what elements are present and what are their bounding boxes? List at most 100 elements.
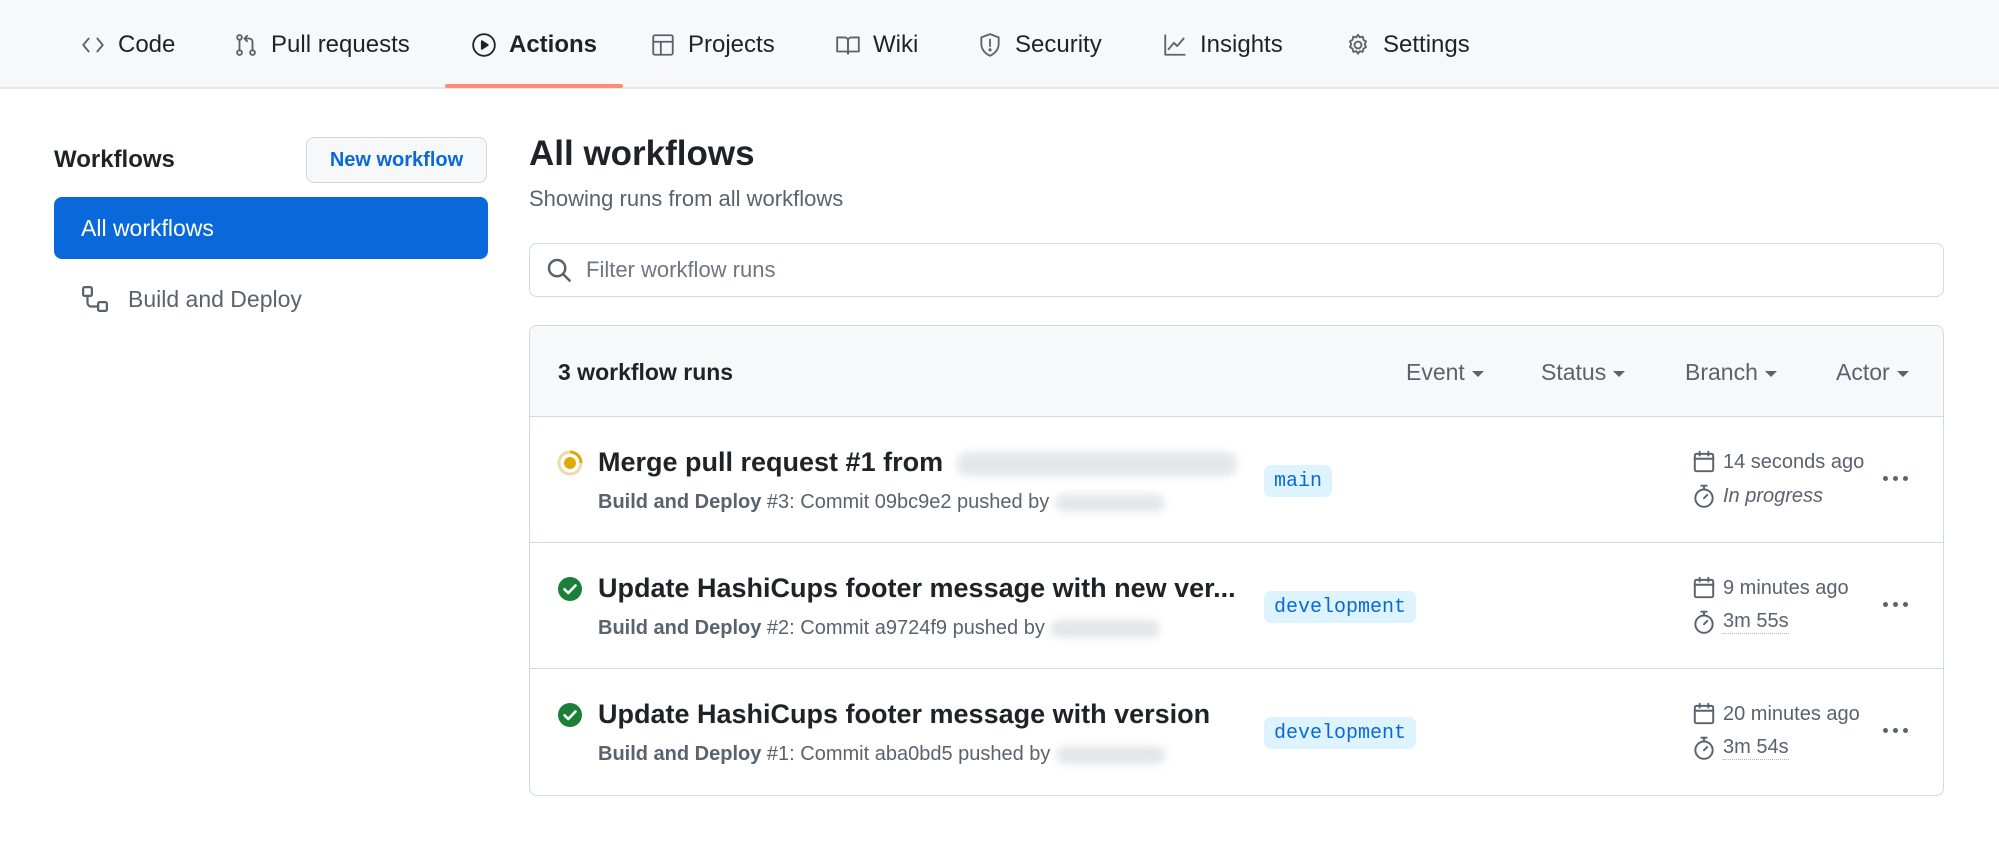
run-title: Update HashiCups footer message with new…	[598, 573, 1236, 603]
tab-label: Pull requests	[271, 30, 410, 58]
branch-label[interactable]: development	[1264, 717, 1417, 749]
branch-label[interactable]: development	[1264, 591, 1417, 623]
in-progress-icon	[557, 450, 583, 476]
tab-label: Insights	[1200, 30, 1283, 58]
run-timestamp: 9 minutes ago	[1691, 575, 1849, 601]
run-options-button[interactable]	[1875, 463, 1915, 493]
tab-pull-requests[interactable]: Pull requests	[233, 0, 410, 89]
search-icon	[544, 255, 574, 285]
run-title: Merge pull request #1 from	[598, 447, 944, 477]
redacted-actor	[1056, 745, 1166, 764]
filter-input[interactable]	[586, 244, 1943, 296]
sidebar-item-label: All workflows	[81, 214, 214, 241]
caret-down-icon	[1613, 371, 1626, 377]
check-circle-icon	[558, 577, 582, 601]
tab-label: Wiki	[873, 30, 919, 58]
kebab-dot	[1892, 475, 1898, 481]
run-number: #2	[766, 617, 790, 639]
run-title: Update HashiCups footer message with ver…	[598, 699, 1211, 729]
redacted-actor	[1050, 619, 1161, 638]
sidebar-item-build-and-deploy[interactable]: Build and Deploy	[54, 268, 488, 330]
new-workflow-button[interactable]: New workflow	[306, 137, 487, 183]
dropdown-label: Branch	[1685, 359, 1758, 385]
run-duration: 3m 55s	[1691, 609, 1789, 635]
run-number: #1	[766, 743, 790, 765]
tab-insights[interactable]: Insights	[1162, 0, 1283, 89]
run-when-text: 9 minutes ago	[1723, 576, 1849, 599]
runs-header: 3 workflow runs Event Status Branch Acto…	[530, 326, 1943, 417]
tab-label: Projects	[688, 30, 775, 58]
page-title: All workflows	[529, 134, 755, 173]
run-meta: Build and Deploy #1: Commit aba0bd5 push…	[598, 743, 1166, 766]
code-icon	[80, 32, 106, 58]
check-circle-icon	[558, 703, 582, 727]
run-meta: Build and Deploy #3: Commit 09bc9e2 push…	[598, 491, 1165, 514]
run-when-text: 20 minutes ago	[1723, 702, 1860, 725]
redacted-branch-name	[956, 451, 1237, 476]
run-duration-text: 3m 54s	[1723, 736, 1789, 760]
dropdown-label: Actor	[1836, 359, 1890, 385]
workflow-icon	[80, 284, 110, 314]
kebab-dot	[1882, 727, 1888, 733]
sidebar-item-all-workflows[interactable]: All workflows	[54, 197, 488, 259]
tab-settings[interactable]: Settings	[1345, 0, 1470, 89]
run-duration: In progress	[1691, 483, 1823, 509]
workflow-name: Build and Deploy	[598, 743, 762, 765]
tab-projects[interactable]: Projects	[650, 0, 775, 89]
calendar-icon	[1691, 449, 1717, 475]
run-timestamp: 14 seconds ago	[1691, 449, 1864, 475]
branch-label[interactable]: main	[1264, 465, 1333, 497]
run-meta: Build and Deploy #2: Commit a9724f9 push…	[598, 617, 1161, 640]
branch-filter-dropdown[interactable]: Branch	[1685, 359, 1777, 386]
git-pull-request-icon	[233, 32, 259, 58]
kebab-dot	[1882, 475, 1888, 481]
commit-info: : Commit 09bc9e2 pushed by	[789, 491, 1050, 513]
sidebar-title: Workflows	[54, 146, 175, 173]
run-title-link[interactable]: Merge pull request #1 from	[598, 447, 1237, 478]
play-icon	[471, 32, 497, 58]
run-row[interactable]: Update HashiCups footer message with new…	[530, 543, 1943, 669]
redacted-actor	[1054, 493, 1165, 512]
kebab-dot	[1902, 601, 1908, 607]
runs-count: 3 workflow runs	[558, 359, 734, 385]
tab-wiki[interactable]: Wiki	[835, 0, 918, 89]
run-options-button[interactable]	[1875, 715, 1915, 745]
filter-workflow-runs[interactable]	[529, 243, 1944, 297]
sidebar-item-label: Build and Deploy	[128, 285, 302, 312]
run-options-button[interactable]	[1875, 589, 1915, 619]
caret-down-icon	[1896, 371, 1909, 377]
kebab-dot	[1882, 601, 1888, 607]
calendar-icon	[1691, 575, 1717, 601]
caret-down-icon	[1764, 371, 1777, 377]
table-icon	[650, 32, 676, 58]
kebab-dot	[1892, 727, 1898, 733]
dropdown-label: Status	[1541, 359, 1607, 385]
stopwatch-icon	[1691, 483, 1717, 509]
tab-code[interactable]: Code	[80, 0, 175, 89]
tab-label: Settings	[1383, 30, 1470, 58]
tab-security[interactable]: Security	[977, 0, 1102, 89]
run-title-link[interactable]: Update HashiCups footer message with new…	[598, 573, 1236, 604]
tab-label: Code	[118, 30, 176, 58]
tab-actions[interactable]: Actions	[471, 0, 597, 89]
run-title-link[interactable]: Update HashiCups footer message with ver…	[598, 699, 1210, 730]
run-duration: 3m 54s	[1691, 735, 1789, 761]
run-row[interactable]: Merge pull request #1 from Build and Dep…	[530, 417, 1943, 543]
run-number: #3	[766, 491, 790, 513]
tab-label: Security	[1015, 30, 1102, 58]
gear-icon	[1345, 32, 1371, 58]
commit-info: : Commit a9724f9 pushed by	[789, 617, 1045, 639]
event-filter-dropdown[interactable]: Event	[1406, 359, 1484, 386]
workflow-name: Build and Deploy	[598, 617, 762, 639]
kebab-dot	[1902, 727, 1908, 733]
stopwatch-icon	[1691, 609, 1717, 635]
tab-label: Actions	[509, 30, 598, 58]
commit-info: : Commit aba0bd5 pushed by	[789, 743, 1051, 765]
run-duration-text: 3m 55s	[1723, 610, 1789, 634]
status-filter-dropdown[interactable]: Status	[1541, 359, 1626, 386]
run-row[interactable]: Update HashiCups footer message with ver…	[530, 669, 1943, 795]
actor-filter-dropdown[interactable]: Actor	[1836, 359, 1909, 386]
dropdown-label: Event	[1406, 359, 1465, 385]
active-tab-underline	[445, 84, 623, 88]
run-when-text: 14 seconds ago	[1723, 450, 1865, 473]
